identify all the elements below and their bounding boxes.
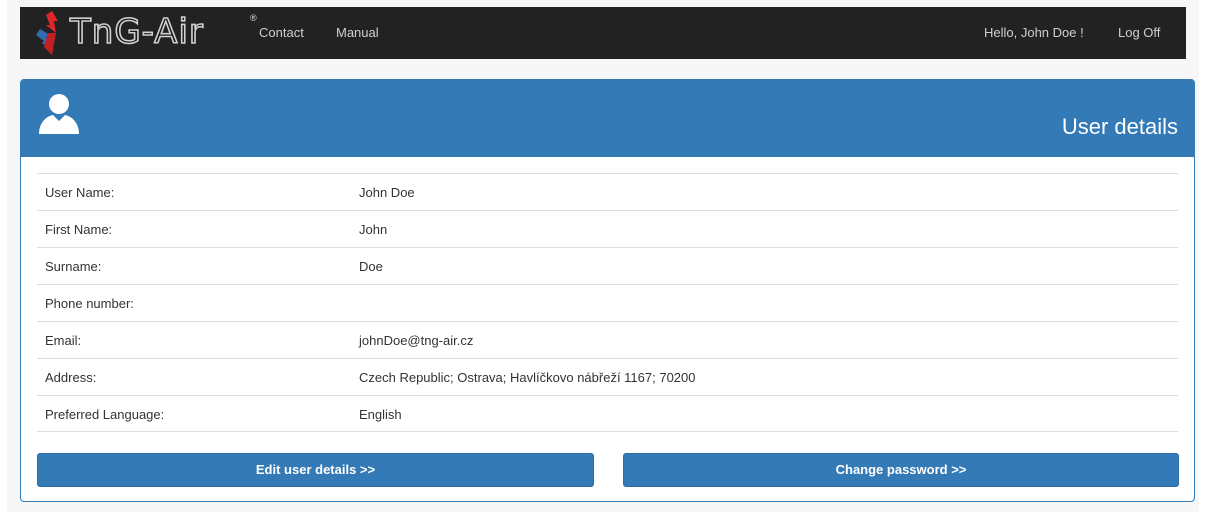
detail-label: Address: [45, 370, 97, 385]
detail-row-first-name: First Name: John [37, 210, 1178, 247]
edit-user-details-button[interactable]: Edit user details >> [37, 453, 594, 487]
detail-row-phone-number: Phone number: [37, 284, 1178, 321]
detail-row-user-name: User Name: John Doe [37, 173, 1178, 210]
nav-link-manual[interactable]: Manual [336, 25, 379, 40]
brand-logo[interactable]: TnG-Air ® [34, 9, 264, 57]
panel-title: User details [1061, 114, 1178, 139]
detail-row-email: Email: johnDoe@tng-air.cz [37, 321, 1178, 358]
logoff-link[interactable]: Log Off [1118, 25, 1160, 40]
detail-value: English [359, 407, 402, 422]
detail-row-preferred-language: Preferred Language: English [37, 395, 1178, 432]
detail-value: johnDoe@tng-air.cz [359, 333, 474, 348]
user-greeting[interactable]: Hello, John Doe ! [984, 25, 1084, 40]
detail-value: John Doe [359, 185, 415, 200]
top-navbar: TnG-Air ® Contact Manual Hello, John Doe… [20, 7, 1186, 59]
detail-label: Phone number: [45, 296, 134, 311]
detail-label: First Name: [45, 222, 113, 237]
detail-label: User Name: [45, 185, 115, 200]
panel-header: User details [21, 80, 1194, 157]
detail-value: Doe [359, 259, 383, 274]
brand-name: TnG-Air [69, 11, 204, 53]
change-password-button[interactable]: Change password >> [623, 453, 1179, 487]
user-details-panel: User details User Name: John Doe First N… [20, 79, 1195, 502]
detail-value: Czech Republic; Ostrava; Havlíčkovo nábř… [359, 370, 696, 385]
registered-mark: ® [250, 13, 257, 23]
detail-value: John [359, 222, 388, 237]
logo-arrows-icon [36, 11, 58, 55]
detail-label: Email: [45, 333, 82, 348]
nav-link-contact[interactable]: Contact [259, 25, 304, 40]
detail-row-address: Address: Czech Republic; Ostrava; Havlíč… [37, 358, 1178, 395]
detail-label: Preferred Language: [45, 407, 165, 422]
user-icon [39, 94, 79, 134]
detail-row-surname: Surname: Doe [37, 247, 1178, 284]
detail-label: Surname: [45, 259, 102, 274]
